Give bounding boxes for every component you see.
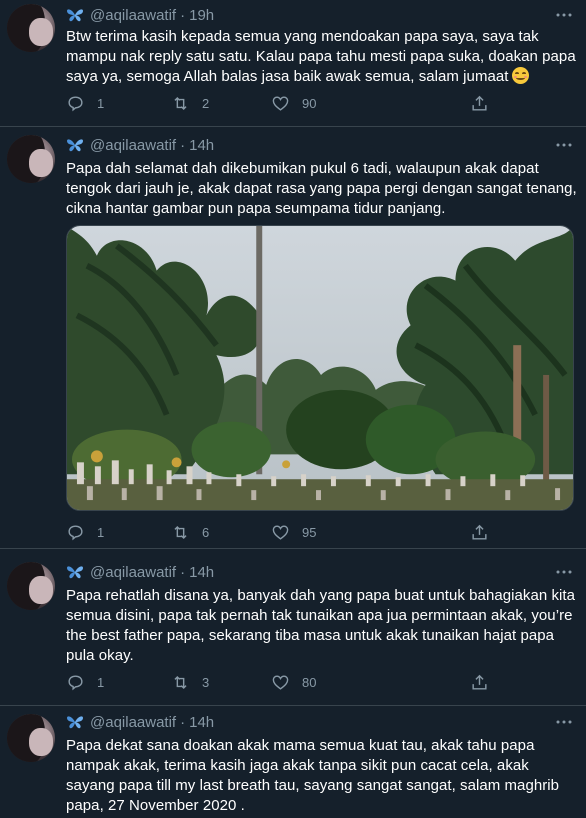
tweet-time[interactable]: 14h (189, 714, 214, 731)
tweet-photo-cemetery[interactable] (66, 225, 574, 511)
like-count: 90 (302, 96, 317, 111)
like-button[interactable]: 90 (271, 94, 316, 113)
retweet-icon (174, 96, 187, 111)
more-icon[interactable] (554, 562, 574, 582)
separator-dot: · (180, 6, 186, 24)
like-count: 95 (302, 525, 317, 540)
reply-button[interactable]: 1 (66, 523, 104, 542)
butterfly-icon (67, 139, 83, 152)
tweet-header: @aqilaawatif · 14h (66, 562, 214, 582)
like-count: 80 (302, 675, 317, 690)
share-button[interactable] (470, 523, 501, 542)
photo-image (67, 226, 573, 510)
tweet-text: Papa dah selamat dah dikebumikan pukul 6… (66, 160, 577, 217)
avatar[interactable] (7, 714, 55, 762)
tweet-text: Papa dekat sana doakan akak mama semua k… (66, 737, 560, 814)
tweet-time[interactable]: 19h (189, 7, 214, 24)
tweet-1[interactable]: @aqilaawatif · 19h Btw terima kasih kepa… (0, 0, 586, 127)
retweet-button[interactable]: 2 (171, 94, 209, 113)
share-button[interactable] (470, 673, 501, 692)
reply-icon (68, 96, 83, 112)
share-icon (472, 674, 487, 690)
reply-icon (68, 525, 83, 541)
share-icon (472, 524, 487, 540)
retweet-icon (174, 675, 187, 690)
smiling-face-icon (511, 67, 529, 84)
tweet-actions: 1 6 95 (66, 523, 496, 543)
more-icon[interactable] (554, 712, 574, 732)
user-handle[interactable]: @aqilaawatif (90, 137, 176, 154)
tweet-actions: 1 3 80 (66, 673, 496, 693)
tweet-3[interactable]: @aqilaawatif · 14h Papa rehatlah disana … (0, 549, 586, 706)
more-icon[interactable] (554, 5, 574, 25)
reply-icon (68, 675, 83, 691)
retweet-button[interactable]: 3 (171, 673, 209, 692)
like-icon (272, 525, 289, 540)
more-icon[interactable] (554, 135, 574, 155)
retweet-count: 3 (202, 675, 210, 690)
reply-button[interactable]: 1 (66, 673, 104, 692)
tweet-header: @aqilaawatif · 14h (66, 712, 214, 732)
separator-dot: · (180, 563, 186, 581)
share-icon (472, 95, 487, 111)
reply-count: 1 (97, 96, 105, 111)
user-handle[interactable]: @aqilaawatif (90, 714, 176, 731)
reply-count: 1 (97, 525, 105, 540)
tweet-header: @aqilaawatif · 19h (66, 5, 214, 25)
tweet-time[interactable]: 14h (189, 137, 214, 154)
avatar[interactable] (7, 562, 55, 610)
tweet-2[interactable]: @aqilaawatif · 14h Papa dah selamat dah … (0, 127, 586, 549)
retweet-count: 6 (202, 525, 210, 540)
retweet-button[interactable]: 6 (171, 523, 209, 542)
tweet-time[interactable]: 14h (189, 564, 214, 581)
reply-count: 1 (97, 675, 105, 690)
user-handle[interactable]: @aqilaawatif (90, 564, 176, 581)
tweet-text: Btw terima kasih kepada semua yang mendo… (66, 28, 576, 85)
like-button[interactable]: 80 (271, 673, 316, 692)
separator-dot: · (180, 136, 186, 154)
retweet-count: 2 (202, 96, 210, 111)
like-icon (272, 96, 289, 111)
share-button[interactable] (470, 94, 501, 113)
avatar[interactable] (7, 135, 55, 183)
reply-button[interactable]: 1 (66, 94, 104, 113)
retweet-icon (174, 525, 187, 540)
avatar[interactable] (7, 4, 55, 52)
butterfly-icon (67, 566, 83, 579)
user-handle[interactable]: @aqilaawatif (90, 7, 176, 24)
like-icon (272, 675, 289, 690)
tweet-actions: 1 2 90 (66, 94, 496, 114)
separator-dot: · (180, 713, 186, 731)
tweet-text: Papa rehatlah disana ya, banyak dah yang… (66, 587, 575, 664)
butterfly-icon (67, 9, 83, 22)
tweet-4[interactable]: @aqilaawatif · 14h Papa dekat sana doaka… (0, 706, 586, 818)
like-button[interactable]: 95 (271, 523, 316, 542)
tweet-header: @aqilaawatif · 14h (66, 135, 214, 155)
butterfly-icon (67, 716, 83, 729)
